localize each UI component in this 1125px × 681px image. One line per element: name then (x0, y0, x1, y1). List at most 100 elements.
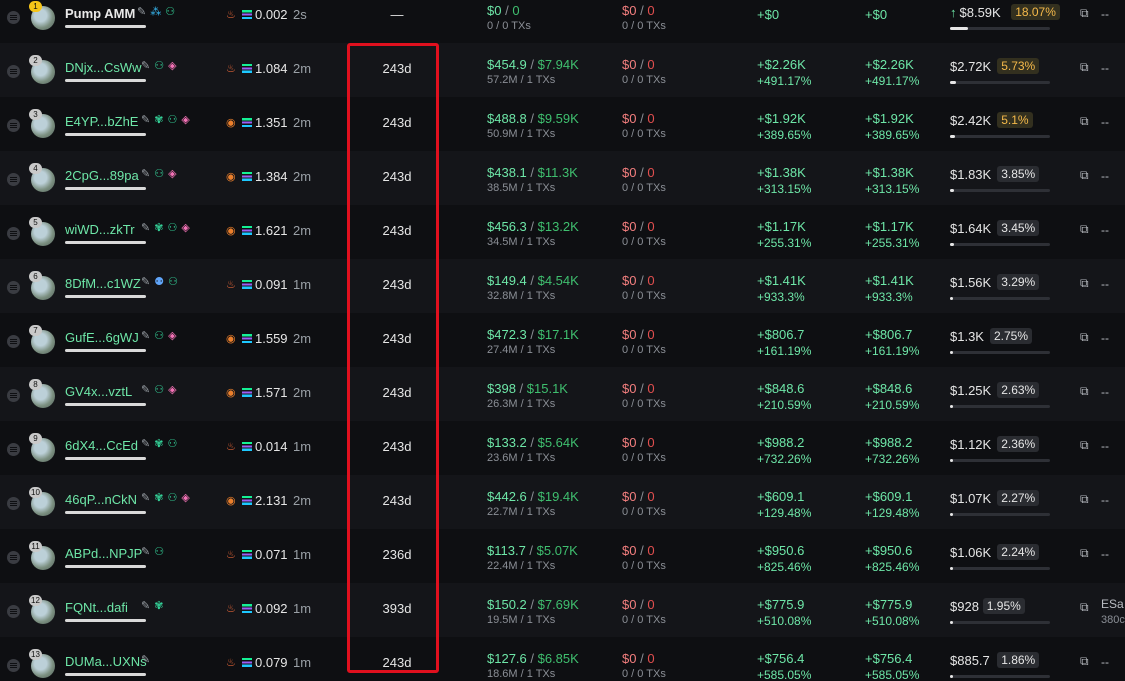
edit-note-icon[interactable]: ✎ (141, 331, 150, 342)
wallet-name[interactable]: DUMa...UXNs (65, 654, 147, 669)
share-icon[interactable]: ⧉ (1080, 276, 1089, 291)
layers-icon[interactable]: ◈ (168, 61, 176, 72)
layers-icon[interactable]: ◈ (168, 169, 176, 180)
menu-icon[interactable] (7, 227, 20, 240)
table-row[interactable]: 13 DUMa...UXNs ✎ ♨ 0.079 1m 243d $127.6 / $6.85… (0, 637, 1125, 681)
edit-note-icon[interactable]: ✎ (141, 115, 150, 126)
wallet-name[interactable]: 2CpG...89pa (65, 168, 139, 183)
action-text[interactable]: -- (1101, 655, 1109, 669)
table-row[interactable]: 11 ABPd...NPJP ✎ ⚇ ♨ 0.071 1m 236d $113.7 / $5.0… (0, 529, 1125, 583)
action-text[interactable]: ESa (1101, 597, 1124, 611)
edit-note-icon[interactable]: ✎ (141, 61, 150, 72)
user-add-icon[interactable]: ⚇ (154, 169, 164, 180)
edit-note-icon[interactable]: ✎ (141, 277, 150, 288)
menu-icon[interactable] (7, 443, 20, 456)
table-row[interactable]: 3 E4YP...bZhE ✎ ✾ ⚇ ◈ ◉ 1.351 2m 243d $488.8 / $9.… (0, 97, 1125, 151)
avatar[interactable]: 2 (29, 55, 55, 84)
avatar[interactable]: 6 (29, 271, 55, 300)
table-row[interactable]: 6 8DfM...c1WZ ✎ ⚉ ⚇ ♨ 0.091 1m 243d $149.4 / $4.5… (0, 259, 1125, 313)
action-text[interactable]: -- (1101, 277, 1109, 291)
bug-icon[interactable]: ✾ (154, 601, 163, 612)
action-text[interactable]: -- (1101, 7, 1109, 21)
avatar[interactable]: 5 (29, 217, 55, 246)
share-icon[interactable]: ⧉ (1080, 222, 1089, 237)
action-text[interactable]: -- (1101, 61, 1109, 75)
avatar[interactable]: 10 (29, 487, 55, 516)
menu-icon[interactable] (7, 11, 20, 24)
edit-note-icon[interactable]: ✎ (141, 547, 150, 558)
avatar[interactable]: 13 (29, 649, 55, 678)
table-row[interactable]: 5 wiWD...zkTr ✎ ✾ ⚇ ◈ ◉ 1.621 2m 243d $456.3 / $13… (0, 205, 1125, 259)
share-icon[interactable]: ⧉ (1080, 330, 1089, 345)
edit-note-icon[interactable]: ✎ (141, 169, 150, 180)
user-add-icon[interactable]: ⚇ (167, 439, 177, 450)
user-add-icon[interactable]: ⚇ (154, 385, 164, 396)
layers-icon[interactable]: ◈ (168, 385, 176, 396)
table-row[interactable]: 7 GufE...6gWJ ✎ ⚇ ◈ ◉ 1.559 2m 243d $472.3 / $17.… (0, 313, 1125, 367)
table-row[interactable]: 8 GV4x...vztL ✎ ⚇ ◈ ◉ 1.571 2m 243d $398 / $15.1K… (0, 367, 1125, 421)
layers-icon[interactable]: ◈ (181, 115, 189, 126)
avatar[interactable]: 8 (29, 379, 55, 408)
wallet-name[interactable]: GufE...6gWJ (65, 330, 139, 345)
share-icon[interactable]: ⧉ (1080, 492, 1089, 507)
table-row[interactable]: 12 FQNt...dafi ✎ ✾ ♨ 0.092 1m 393d $150.2 / $7.6… (0, 583, 1125, 637)
avatar[interactable]: 12 (29, 595, 55, 624)
avatar[interactable]: 1 (29, 1, 55, 30)
share-icon[interactable]: ⧉ (1080, 600, 1089, 615)
share-icon[interactable]: ⧉ (1080, 384, 1089, 399)
table-row[interactable]: 4 2CpG...89pa ✎ ⚇ ◈ ◉ 1.384 2m 243d $438.1 / $11.… (0, 151, 1125, 205)
user-add-icon[interactable]: ⚇ (154, 331, 164, 342)
bubble-icon[interactable]: ⚉ (154, 277, 164, 288)
avatar[interactable]: 9 (29, 433, 55, 462)
edit-note-icon[interactable]: ✎ (141, 385, 150, 396)
menu-icon[interactable] (7, 173, 20, 186)
user-add-icon[interactable]: ⚇ (168, 277, 178, 288)
drop-icon[interactable]: ⁂ (150, 7, 161, 18)
user-add-icon[interactable]: ⚇ (167, 223, 177, 234)
menu-icon[interactable] (7, 65, 20, 78)
layers-icon[interactable]: ◈ (181, 493, 189, 504)
edit-note-icon[interactable]: ✎ (141, 439, 150, 450)
table-row[interactable]: 1 Pump AMM ✎ ⁂ ⚇ ♨ 0.002 2s — $0 / 0 0 / 0 TXs $0 /… (0, 0, 1125, 43)
avatar[interactable]: 3 (29, 109, 55, 138)
action-text[interactable]: -- (1101, 115, 1109, 129)
user-add-icon[interactable]: ⚇ (167, 115, 177, 126)
menu-icon[interactable] (7, 497, 20, 510)
share-icon[interactable]: ⧉ (1080, 546, 1089, 561)
action-text[interactable]: -- (1101, 547, 1109, 561)
wallet-name[interactable]: 6dX4...CcEd (65, 438, 138, 453)
wallet-name[interactable]: E4YP...bZhE (65, 114, 138, 129)
bug-icon[interactable]: ✾ (154, 439, 163, 450)
edit-note-icon[interactable]: ✎ (137, 7, 146, 18)
edit-note-icon[interactable]: ✎ (141, 655, 150, 666)
action-text[interactable]: -- (1101, 331, 1109, 345)
menu-icon[interactable] (7, 659, 20, 672)
wallet-name[interactable]: ABPd...NPJP (65, 546, 142, 561)
layers-icon[interactable]: ◈ (181, 223, 189, 234)
edit-note-icon[interactable]: ✎ (141, 223, 150, 234)
edit-note-icon[interactable]: ✎ (141, 601, 150, 612)
wallet-name[interactable]: DNjx...CsWw (65, 60, 142, 75)
avatar[interactable]: 7 (29, 325, 55, 354)
edit-note-icon[interactable]: ✎ (141, 493, 150, 504)
avatar[interactable]: 4 (29, 163, 55, 192)
avatar[interactable]: 11 (29, 541, 55, 570)
user-add-icon[interactable]: ⚇ (154, 547, 164, 558)
menu-icon[interactable] (7, 335, 20, 348)
bug-icon[interactable]: ✾ (154, 223, 163, 234)
menu-icon[interactable] (7, 389, 20, 402)
menu-icon[interactable] (7, 551, 20, 564)
wallet-name[interactable]: 46qP...nCkN (65, 492, 137, 507)
menu-icon[interactable] (7, 281, 20, 294)
menu-icon[interactable] (7, 605, 20, 618)
wallet-name[interactable]: 8DfM...c1WZ (65, 276, 141, 291)
share-icon[interactable]: ⧉ (1080, 114, 1089, 129)
action-text[interactable]: -- (1101, 169, 1109, 183)
action-text[interactable]: -- (1101, 385, 1109, 399)
share-icon[interactable]: ⧉ (1080, 654, 1089, 669)
wallet-name[interactable]: FQNt...dafi (65, 600, 128, 615)
wallet-name[interactable]: GV4x...vztL (65, 384, 132, 399)
layers-icon[interactable]: ◈ (168, 331, 176, 342)
bug-icon[interactable]: ✾ (154, 493, 163, 504)
bug-icon[interactable]: ✾ (154, 115, 163, 126)
